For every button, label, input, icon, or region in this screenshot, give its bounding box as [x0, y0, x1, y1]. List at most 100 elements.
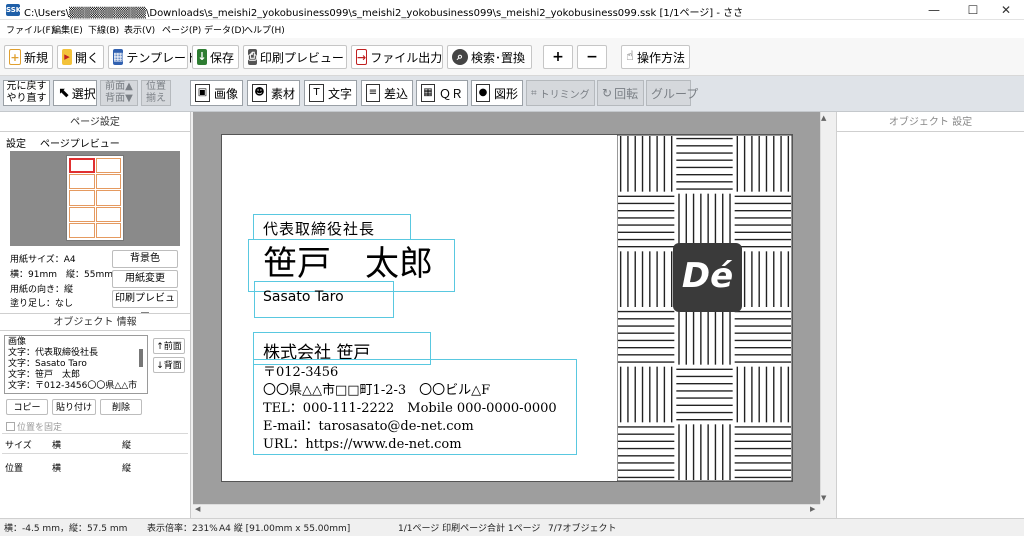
change-paper-button[interactable]: 用紙変更 [112, 270, 178, 288]
position-label: 位置 [5, 464, 24, 474]
size-width-label: 横 [52, 441, 62, 451]
cursor-coordinates: 横：-4.5 mm，縦：57.5 mm [4, 524, 128, 534]
align-button[interactable]: 位置 揃え [141, 80, 171, 106]
template-button[interactable]: ▦ テンプレート [108, 45, 198, 69]
menu-data[interactable]: データ(D) [204, 23, 245, 36]
front-button[interactable]: ↑前面 [153, 338, 185, 354]
undo-redo-buttons[interactable]: 元に戻す やり直す [3, 80, 50, 106]
bring-front-button[interactable]: 前面▲ [105, 81, 133, 93]
help-button[interactable]: ☝ 操作方法 [621, 45, 690, 69]
menu-underline[interactable]: 下線(B) [88, 23, 119, 36]
print-preview-small-button[interactable]: 印刷プレビュー [112, 290, 178, 320]
position-height-label: 縦 [122, 464, 132, 474]
scroll-up-icon[interactable]: ▲ [821, 114, 826, 122]
list-item[interactable]: 文字：代表取締役社長 [8, 348, 144, 359]
send-back-button[interactable]: 背面▼ [105, 93, 133, 105]
list-item[interactable]: 文字：笹戸 太郎 [8, 370, 144, 381]
material-button[interactable]: ☻ 素材 [247, 80, 300, 106]
shape-icon: ● [476, 84, 490, 102]
scroll-left-icon[interactable]: ◀ [195, 505, 200, 513]
maximize-button[interactable]: ☐ [955, 0, 991, 20]
lock-position-checkbox[interactable] [6, 422, 15, 431]
menu-help[interactable]: ヘルプ(H) [244, 23, 285, 36]
horizontal-scrollbar[interactable] [193, 504, 820, 518]
image-button[interactable]: ▣ 画像 [190, 80, 243, 106]
zoom-out-icon: − [586, 49, 598, 65]
zoom-level: 表示倍率：231% [147, 524, 218, 534]
name-text[interactable]: 笹戸 太郎 [263, 244, 433, 284]
undo-button[interactable]: 元に戻す [7, 81, 47, 93]
print-preview-button[interactable]: ⎙ 印刷プレビュー [243, 45, 347, 69]
divider [2, 453, 188, 454]
trimming-button[interactable]: ⌗ トリミング [526, 80, 595, 106]
search-replace-button[interactable]: ⌕ 検索･置換 [447, 45, 532, 69]
object-settings-header: オブジェクト 設定 [837, 114, 1024, 132]
thumbnail-card-selected [69, 158, 95, 174]
page-settings-header: ページ設定 [0, 114, 190, 132]
select-button[interactable]: ⬉ 選択 [53, 80, 97, 106]
menu-view[interactable]: 表示(V) [124, 23, 155, 36]
file-output-icon: → [356, 49, 368, 65]
group-button[interactable]: グループ [646, 80, 698, 106]
tab-settings[interactable]: 設定 [6, 135, 26, 150]
romaji-name-text[interactable]: Sasato Taro [263, 289, 344, 305]
zoom-in-button[interactable]: + [543, 45, 573, 69]
merge-list-icon: ≡ [366, 84, 380, 102]
orientation-label: 用紙の向き：縦 [10, 285, 74, 295]
divider [2, 433, 188, 434]
save-button[interactable]: ↓ 保存 [192, 45, 239, 69]
paper-info: A4 縦 [91.00mm x 55.00mm] [219, 524, 351, 534]
bg-color-button[interactable]: 背景色 [112, 250, 178, 268]
object-list[interactable]: 画像 文字：代表取締役社長 文字：Sasato Taro 文字：笹戸 太郎 文字… [4, 335, 148, 394]
tab-page-preview[interactable]: ページプレビュー [40, 135, 120, 150]
object-count: 7/7オブジェクト [548, 524, 617, 534]
scroll-down-icon[interactable]: ▼ [821, 494, 826, 502]
paper-size-label: 用紙サイズ：A4 [10, 255, 76, 265]
size-label: サイズ [5, 441, 32, 451]
tel-line: TEL：000-111-2222 Mobile 000-0000-0000 [263, 401, 557, 416]
redo-button[interactable]: やり直す [7, 93, 47, 105]
page-info: 1/1ページ 印刷ページ合計 1ページ [398, 524, 541, 534]
delete-button[interactable]: 削除 [100, 399, 142, 415]
vertical-scrollbar[interactable] [820, 112, 834, 504]
printer-icon: ⎙ [248, 49, 257, 65]
size-height-label: 縦 [122, 441, 132, 451]
company-logo[interactable]: Dé [673, 243, 742, 312]
window-title: C:\Users\▒▒▒▒▒▒▒▒▒▒\Downloads\s_meishi2_… [24, 8, 744, 19]
email-line: E-mail：tarosasato@de-net.com [263, 419, 474, 434]
new-button[interactable]: + 新規 [4, 45, 53, 69]
rotate-button[interactable]: ↻ 回転 [597, 80, 644, 106]
qr-button[interactable]: ▦ ＱＲ [416, 80, 468, 106]
scroll-right-icon[interactable]: ▶ [810, 505, 815, 513]
rotate-icon: ↻ [602, 86, 613, 100]
minimize-button[interactable]: — [916, 0, 952, 20]
menu-page[interactable]: ページ(P) [162, 23, 201, 36]
address-block[interactable]: 〒012-3456 〇〇県△△市□□町1-2-3 〇〇ビル△F TEL：000-… [263, 364, 557, 454]
lock-position-label: 位置を固定 [17, 423, 63, 433]
text-button[interactable]: T 文字 [304, 80, 357, 106]
list-item[interactable]: 文字：Sasato Taro [8, 359, 144, 370]
merge-button[interactable]: ≡ 差込 [361, 80, 413, 106]
right-panel [836, 112, 1024, 518]
postal-code: 〒012-3456 [263, 365, 339, 380]
cursor-icon: ⬉ [58, 85, 70, 101]
open-button[interactable]: ▸ 開く [57, 45, 104, 69]
order-buttons[interactable]: 前面▲ 背面▼ [100, 80, 138, 106]
job-title-text[interactable]: 代表取締役社長 [263, 218, 375, 239]
back-button[interactable]: ↓背面 [153, 357, 185, 373]
menu-edit[interactable]: 編集(E) [52, 23, 83, 36]
list-item[interactable]: 文字：〒012-3456〇〇県△△市 [8, 381, 144, 392]
close-button[interactable]: ✕ [988, 0, 1024, 20]
list-item[interactable]: 画像 [8, 337, 144, 348]
shape-button[interactable]: ● 図形 [471, 80, 523, 106]
text-icon: T [309, 84, 324, 102]
zoom-out-button[interactable]: − [577, 45, 607, 69]
bleed-label: 塗り足し：なし [10, 299, 74, 309]
list-scrollbar[interactable] [139, 349, 143, 367]
copy-button[interactable]: コピー [6, 399, 48, 415]
page-thumbnail[interactable] [66, 155, 124, 241]
file-output-button[interactable]: → ファイル出力 [351, 45, 443, 69]
menu-file[interactable]: ファイル(F) [6, 23, 54, 36]
address-line: 〇〇県△△市□□町1-2-3 〇〇ビル△F [263, 383, 491, 398]
paste-button[interactable]: 貼り付け [52, 399, 96, 415]
